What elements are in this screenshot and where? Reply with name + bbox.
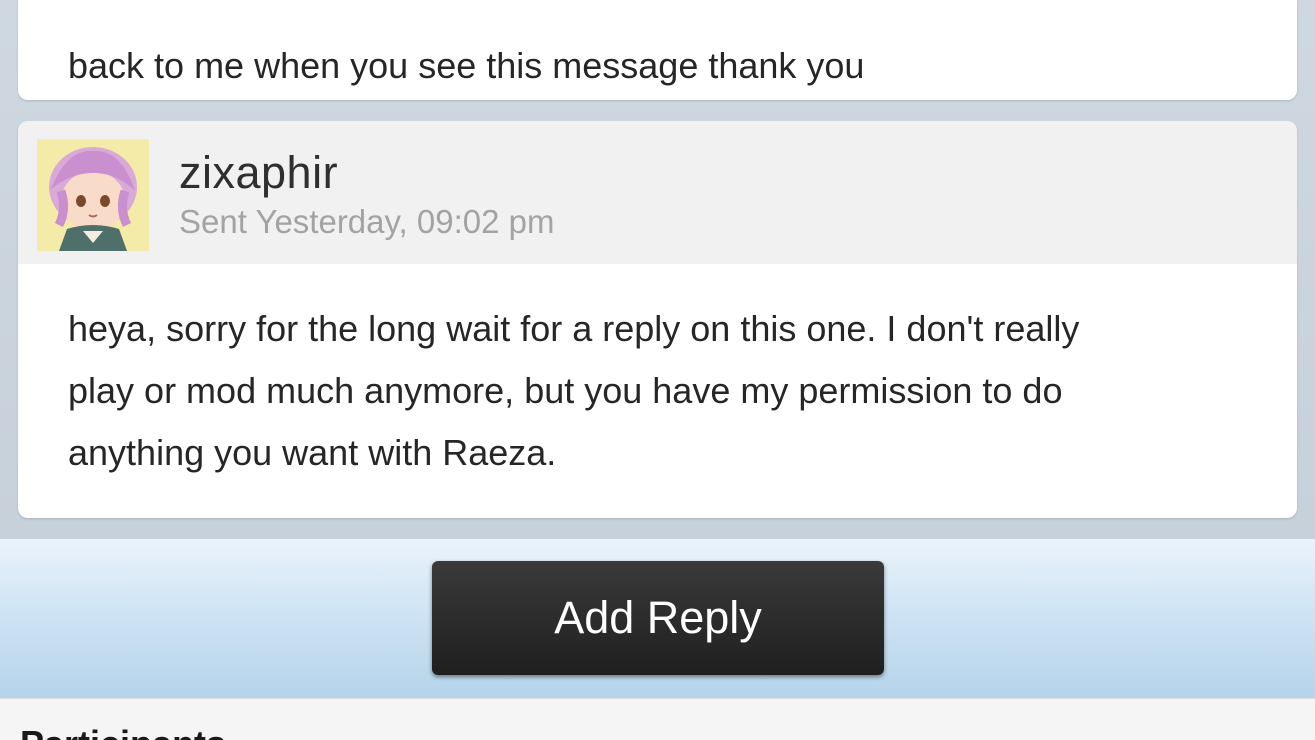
participants-section: Participants [0, 698, 1315, 740]
participants-heading: Participants [20, 723, 226, 740]
message-line: heya, sorry for the long wait for a repl… [68, 308, 1080, 349]
previous-message-text: back to me when you see this message tha… [68, 45, 865, 86]
message-card: zixaphir Sent Yesterday, 09:02 pm heya, … [18, 121, 1297, 518]
add-reply-button[interactable]: Add Reply [432, 561, 884, 675]
reply-bar: Add Reply [0, 538, 1315, 699]
message-body: heya, sorry for the long wait for a repl… [68, 298, 1258, 484]
message-timestamp: Sent Yesterday, 09:02 pm [179, 203, 555, 240]
message-header: zixaphir Sent Yesterday, 09:02 pm [18, 121, 1297, 264]
anime-avatar-icon[interactable] [37, 139, 149, 251]
previous-message-card: back to me when you see this message tha… [18, 0, 1297, 100]
conversation-page: back to me when you see this message tha… [0, 0, 1315, 740]
message-line: anything you want with Raeza. [68, 432, 557, 473]
message-author[interactable]: zixaphir [179, 147, 338, 199]
message-line: play or mod much anymore, but you have m… [68, 370, 1063, 411]
